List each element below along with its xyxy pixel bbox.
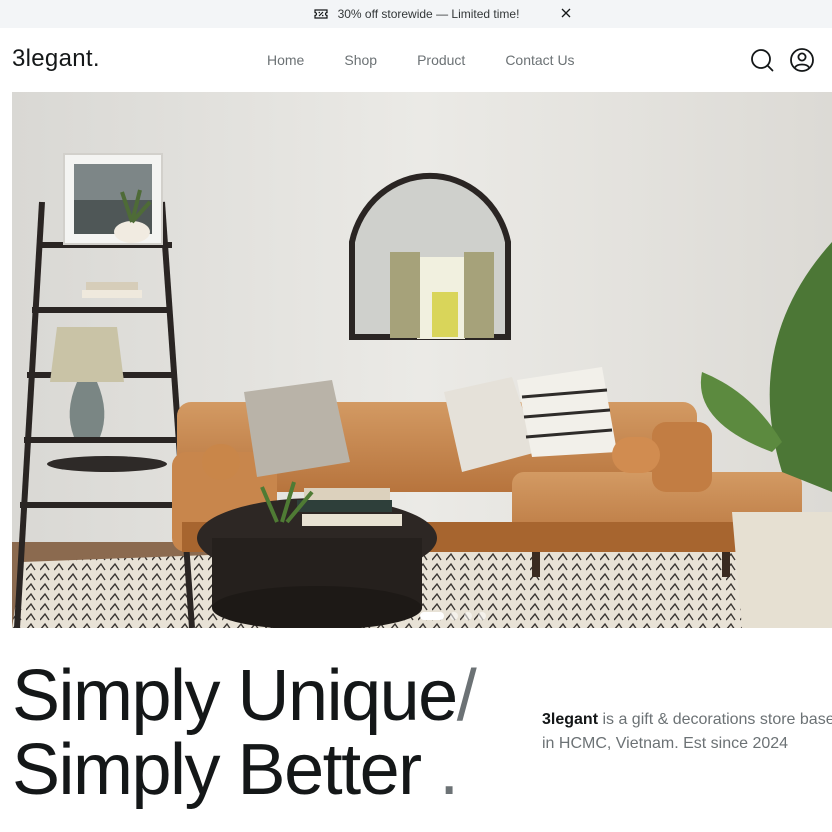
tagline-line-2: in HCMC, Vietnam. Est since 2024 <box>542 735 789 752</box>
search-icon[interactable] <box>749 47 775 73</box>
hero-banner <box>12 92 832 628</box>
hero-tagline: 3legant is a gift & decorations store ba… <box>542 708 832 756</box>
nav-link-product[interactable]: Product <box>417 52 465 68</box>
top-navigation: 3legant. Home Shop Product Contact Us <box>0 28 832 92</box>
user-circle-icon[interactable] <box>789 47 815 73</box>
headline-period: . <box>439 730 459 810</box>
nav-link-shop[interactable]: Shop <box>344 52 377 68</box>
headline-slash: / <box>456 656 477 736</box>
living-room-photo <box>12 92 832 628</box>
nav-link-contact[interactable]: Contact Us <box>505 52 574 68</box>
carousel-dot-4[interactable] <box>478 612 486 620</box>
carousel-dot-1[interactable] <box>420 612 444 620</box>
nav-link-home[interactable]: Home <box>267 52 304 68</box>
nav-menu: Home Shop Product Contact Us <box>267 52 615 68</box>
logo[interactable]: 3legant. <box>12 45 100 73</box>
tagline-line-1: is a gift & decorations store based <box>598 711 832 728</box>
close-icon[interactable] <box>559 6 573 20</box>
ticket-percent-icon <box>313 9 328 19</box>
headline-line-2: Simply Better . <box>12 730 459 810</box>
hero-headline: Simply Unique/ Simply Better . <box>12 656 477 810</box>
carousel-dot-2[interactable] <box>450 612 458 620</box>
carousel-dots <box>420 612 486 620</box>
headline-line-1: Simply Unique/ <box>12 656 477 736</box>
promo-text: 30% off storewide — Limited time! <box>337 7 520 21</box>
tagline-brand: 3legant <box>542 711 599 728</box>
promo-bar: 30% off storewide — Limited time! <box>0 0 832 28</box>
carousel-dot-3[interactable] <box>464 612 472 620</box>
